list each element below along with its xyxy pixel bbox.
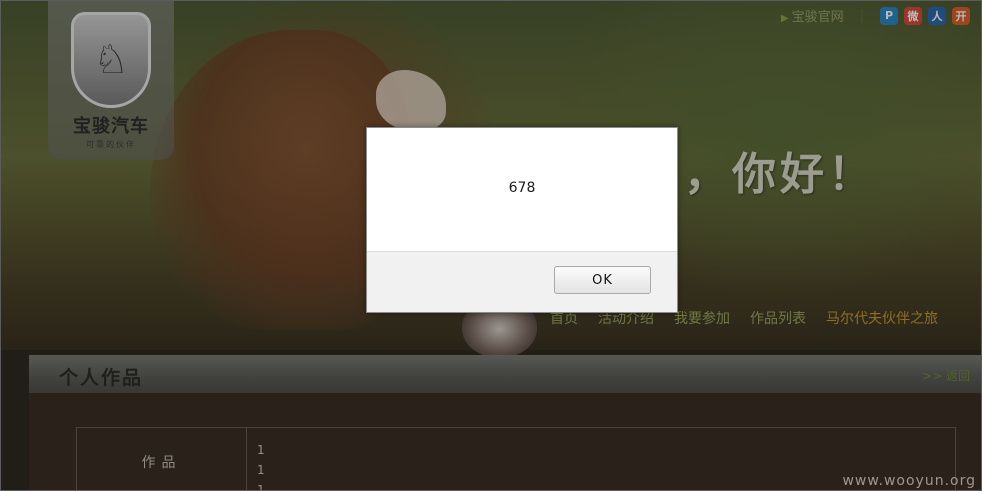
alert-dialog: 678 OK: [366, 127, 678, 313]
ok-button[interactable]: OK: [554, 266, 651, 294]
alert-message: 678: [508, 180, 536, 196]
alert-footer: OK: [367, 251, 677, 312]
